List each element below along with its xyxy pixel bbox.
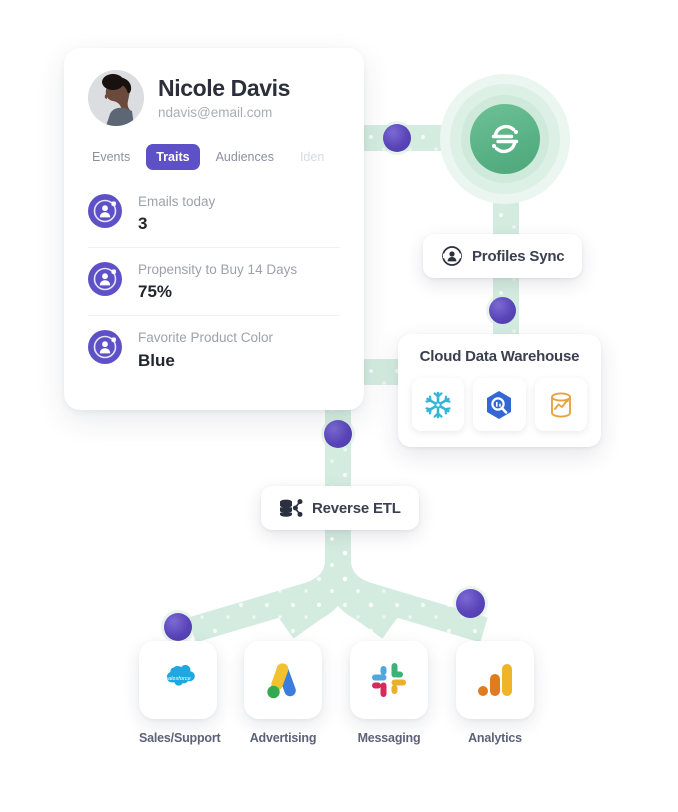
pipeline-node-dot-etl [324, 420, 352, 448]
profiles-sync-label: Profiles Sync [472, 247, 565, 265]
reverse-etl-label: Reverse ETL [312, 499, 401, 517]
google-ads-icon [267, 663, 296, 699]
profile-tabs[interactable]: Events Traits Audiences Iden [82, 144, 340, 170]
trait-row: Emails today 3 [88, 180, 340, 247]
destination-label: Sales/Support [139, 731, 221, 745]
profile-trait-icon [88, 330, 122, 365]
destination-tile[interactable] [350, 641, 428, 719]
svg-text:salesforce: salesforce [165, 676, 191, 682]
segment-logo-icon [491, 124, 519, 154]
trait-label: Emails today [138, 194, 216, 209]
profiles-sync-icon [442, 246, 462, 266]
tab-traits[interactable]: Traits [146, 144, 200, 170]
profile-identity: Nicole Davis ndavis@email.com [158, 75, 290, 120]
diagram-canvas: Nicole Davis ndavis@email.com Events Tra… [0, 0, 678, 812]
profiles-sync-chip[interactable]: Profiles Sync [423, 234, 583, 278]
profile-name: Nicole Davis [158, 75, 290, 102]
bigquery-tile[interactable] [473, 378, 526, 431]
trait-row: Propensity to Buy 14 Days 75% [88, 247, 340, 315]
destination-tile[interactable]: salesforce [139, 641, 217, 719]
destination-tile[interactable] [456, 641, 534, 719]
profile-card: Nicole Davis ndavis@email.com Events Tra… [64, 48, 364, 410]
destination-label: Advertising [249, 731, 317, 745]
pipeline-node-dot-left [164, 613, 192, 641]
destination-advertising[interactable]: Advertising [244, 641, 322, 745]
snowflake-tile[interactable] [412, 378, 465, 431]
profile-header: Nicole Davis ndavis@email.com [88, 70, 340, 126]
destination-label: Messaging [357, 731, 421, 745]
profile-trait-icon [88, 194, 122, 228]
redshift-tile[interactable] [534, 378, 587, 431]
analytics-icon [478, 664, 512, 696]
destination-sales-support[interactable]: salesforce Sales/Support [139, 641, 221, 745]
profile-trait-icon [88, 262, 122, 297]
tab-audiences[interactable]: Audiences [206, 144, 284, 170]
pipeline-node-dot-warehouse [489, 297, 516, 324]
profile-email: ndavis@email.com [158, 104, 273, 120]
reverse-etl-chip[interactable]: Reverse ETL [261, 486, 419, 530]
pipeline-node-dot-source [383, 124, 411, 152]
destination-tile[interactable] [244, 641, 322, 719]
amazon-redshift-icon [550, 391, 571, 418]
destination-analytics[interactable]: Analytics [456, 641, 534, 745]
trait-row: Favorite Product Color Blue [88, 315, 340, 383]
tab-events[interactable]: Events [82, 144, 140, 170]
cloud-data-warehouse-card: Cloud Data Warehouse [398, 334, 601, 447]
tab-identities[interactable]: Iden [290, 144, 334, 170]
trait-value: 3 [138, 214, 148, 234]
destination-label: Analytics [468, 731, 522, 745]
trait-value: Blue [138, 350, 175, 370]
trait-label: Propensity to Buy 14 Days [138, 262, 298, 278]
avatar [88, 70, 144, 126]
slack-icon [372, 663, 406, 697]
google-bigquery-icon [487, 390, 512, 419]
salesforce-icon: salesforce [165, 665, 195, 686]
traits-list: Emails today 3 Propensity to Buy 14 Days [88, 180, 340, 384]
segment-logo-core [470, 104, 540, 174]
destination-messaging[interactable]: Messaging [350, 641, 428, 745]
trait-value: 75% [138, 282, 173, 302]
pipeline-node-dot-right [456, 589, 485, 618]
snowflake-icon [425, 391, 451, 418]
reverse-etl-icon [280, 499, 303, 517]
segment-logo-node [440, 74, 570, 204]
warehouse-icons [412, 378, 587, 431]
warehouse-title: Cloud Data Warehouse [419, 348, 580, 365]
trait-label: Favorite Product Color [138, 330, 274, 346]
